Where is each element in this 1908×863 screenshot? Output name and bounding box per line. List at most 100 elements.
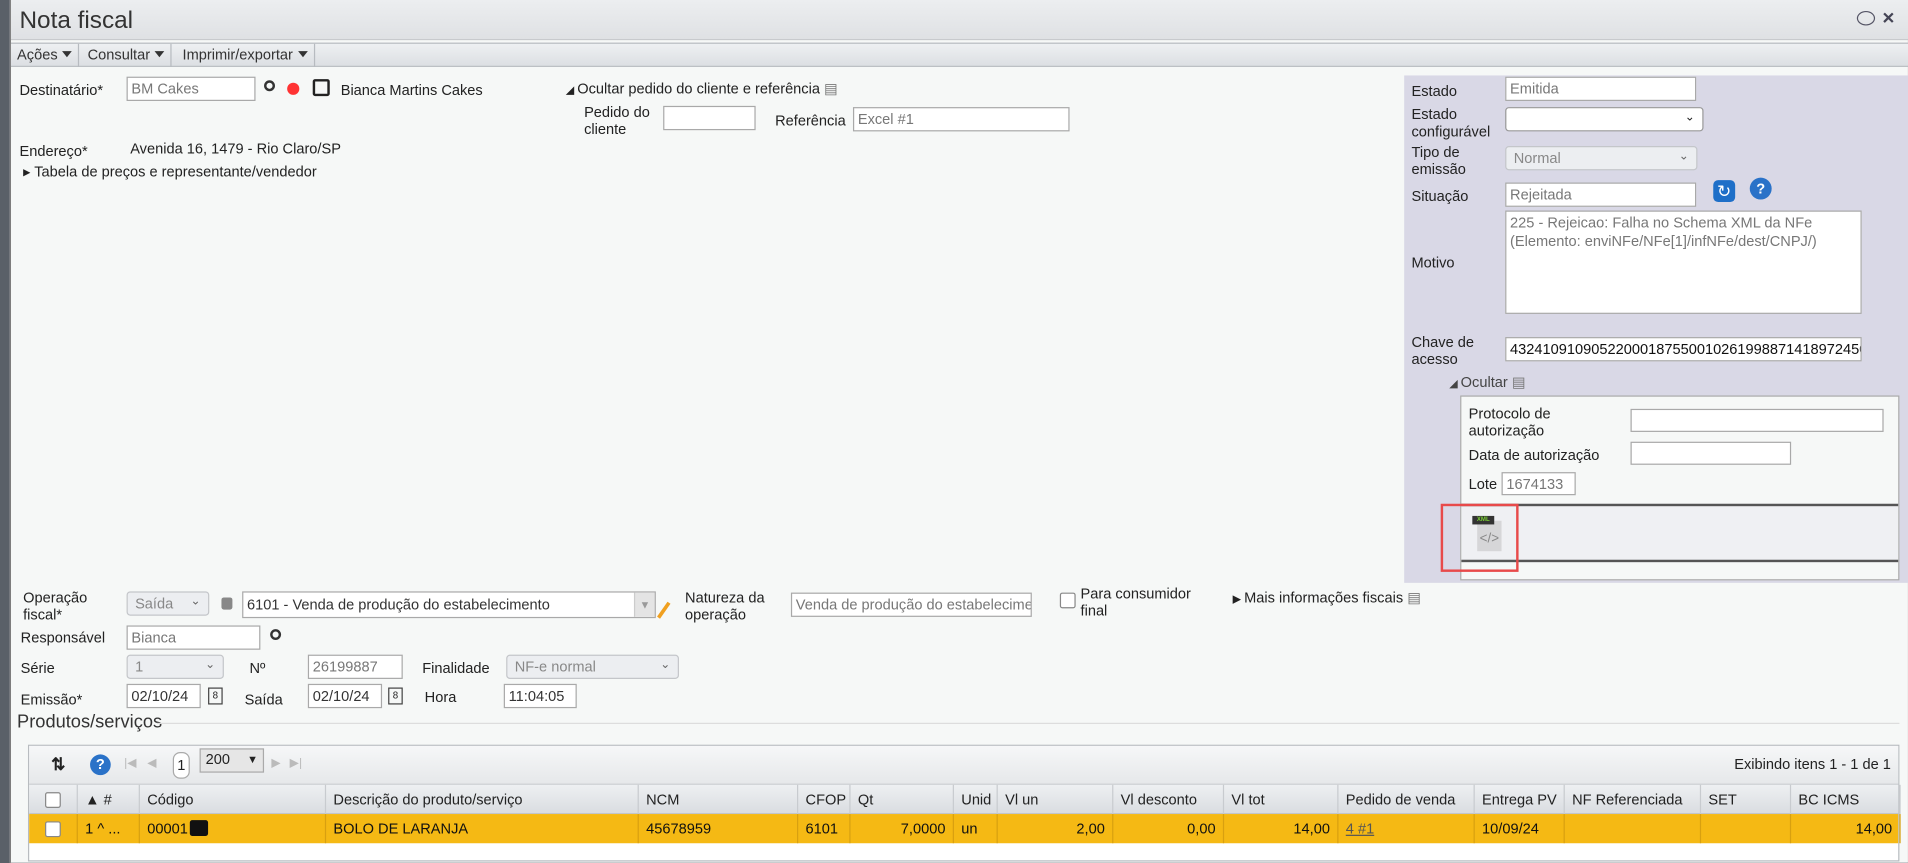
natureza-input[interactable]: Venda de produção do estabelecime — [790, 592, 1032, 617]
column-header[interactable]: Unid — [954, 784, 998, 815]
saida-label: Saída — [244, 691, 283, 709]
numero-label: Nº — [249, 659, 266, 677]
hora-label: Hora — [424, 688, 457, 706]
column-header[interactable]: Vl tot — [1224, 784, 1339, 815]
lote-input[interactable]: 1674133 — [1501, 472, 1576, 496]
refresh-icon[interactable]: ⇅ — [51, 754, 65, 775]
column-header[interactable]: SET — [1701, 784, 1792, 815]
calendar-icon[interactable]: 8 — [208, 687, 223, 705]
section-divider — [156, 722, 1900, 724]
estado-configuravel-select[interactable]: ⌄ — [1505, 107, 1704, 132]
table-cell — [1565, 814, 1702, 844]
caret-down-icon — [297, 51, 308, 58]
table-cell: 7,0000 — [851, 814, 954, 844]
cell-text: 10/09/24 — [1482, 820, 1539, 838]
column-header[interactable]: Entrega PV — [1475, 784, 1565, 815]
first-page-icon[interactable]: |◀ — [124, 757, 137, 770]
page-size-select[interactable]: 200 ▼ — [199, 748, 265, 773]
column-header[interactable]: Vl desconto — [1113, 784, 1225, 815]
grid-toolbar: ⇅ ? |◀ ◀ 1 200 ▼ ▶ ▶| Exibindo itens 1 - … — [29, 745, 1899, 785]
ocultar-pedido-label: Ocultar pedido do cliente e referência — [577, 80, 820, 98]
hora-input[interactable]: 11:04:05 — [503, 683, 577, 709]
next-page-icon[interactable]: ▶ — [271, 757, 280, 770]
search-icon[interactable] — [264, 80, 275, 92]
cell-text: 14,00 — [1855, 820, 1893, 838]
consultar-menu[interactable]: Consultar — [82, 43, 173, 67]
column-header[interactable]: Qt — [851, 784, 954, 815]
table-cell: 14,00 — [1224, 814, 1339, 844]
emissao-input[interactable]: 02/10/24 — [126, 683, 201, 709]
ocultar-pedido-toggle[interactable]: ◢ Ocultar pedido do cliente e referência… — [566, 80, 838, 98]
caret-down-icon: ▼ — [247, 753, 258, 766]
operacao-tipo-select[interactable]: Saída ⌄ — [126, 591, 210, 616]
referencia-input[interactable]: Excel #1 — [852, 107, 1070, 132]
chevron-down-icon: ⌄ — [190, 595, 201, 609]
finalidade-select[interactable]: NF-e normal ⌄ — [506, 654, 679, 679]
data-autorizacao-input[interactable] — [1630, 441, 1792, 465]
column-header[interactable]: CFOP — [798, 784, 851, 815]
numero-input[interactable]: 26199887 — [307, 654, 403, 679]
consumidor-final-label: Para consumidor final — [1080, 585, 1191, 620]
referencia-label: Referência — [775, 111, 846, 129]
serie-select[interactable]: 1 ⌄ — [126, 654, 224, 679]
table-row[interactable]: 1 ^ ... 00001 BOLO DE LARANJA 45678959 6101 7… — [29, 814, 1901, 844]
chevron-down-icon: ⌄ — [1678, 149, 1689, 164]
imprimir-label: Imprimir/exportar — [182, 46, 293, 64]
note-icon: ▤ — [824, 80, 838, 98]
column-header[interactable]: NCM — [639, 784, 799, 815]
cell-text: 45678959 — [646, 820, 712, 838]
close-icon[interactable]: × — [1882, 6, 1894, 30]
column-header[interactable]: Descrição do produto/serviço — [326, 784, 639, 815]
select-all-checkbox[interactable] — [29, 784, 78, 815]
column-header[interactable]: Pedido de venda — [1338, 784, 1475, 815]
checkbox-icon[interactable] — [45, 792, 61, 809]
destinatario-input[interactable]: BM Cakes — [126, 76, 256, 101]
column-header[interactable]: ▲ # — [78, 784, 140, 815]
table-cell: 1 ^ ... — [78, 814, 140, 844]
estado-input[interactable]: Emitida — [1505, 76, 1697, 101]
pedido-venda-link[interactable]: 4 #1 — [1346, 820, 1374, 837]
operacao-fiscal-combo[interactable]: 6101 - Venda de produção do estabelecime… — [242, 591, 656, 619]
consumidor-final-checkbox[interactable] — [1059, 592, 1076, 609]
tabela-precos-toggle[interactable]: ▸ Tabela de preços e representante/vende… — [23, 163, 317, 180]
column-header[interactable]: Vl un — [998, 784, 1114, 815]
imprimir-menu[interactable]: Imprimir/exportar — [176, 43, 315, 67]
acoes-menu[interactable]: Ações — [11, 43, 80, 67]
refresh-icon[interactable]: ↻ — [1713, 180, 1736, 202]
mais-info-toggle[interactable]: ▶ Mais informações fiscais ▤ — [1233, 589, 1421, 607]
external-link-icon[interactable] — [312, 79, 330, 97]
situacao-input[interactable]: Rejeitada — [1505, 182, 1697, 207]
table-cell: 00001 — [140, 814, 327, 844]
cell-text: BOLO DE LARANJA — [333, 820, 469, 838]
page-number[interactable]: 1 — [172, 751, 190, 779]
table-cell[interactable] — [29, 814, 78, 844]
table-cell: 10/09/24 — [1475, 814, 1565, 844]
saida-input[interactable]: 02/10/24 — [307, 683, 383, 709]
table-cell: 2,00 — [998, 814, 1114, 844]
column-header[interactable]: Código — [140, 784, 327, 815]
responsavel-input[interactable]: Bianca — [126, 625, 261, 650]
title-bar: Nota fiscal × — [10, 0, 1908, 41]
search-icon[interactable] — [270, 629, 282, 641]
row-checkbox[interactable] — [45, 821, 61, 838]
pencil-icon[interactable] — [657, 601, 671, 619]
ocultar-toggle[interactable]: ◢ Ocultar ▤ — [1449, 374, 1525, 392]
motivo-textarea[interactable]: 225 - Rejeicao: Falha no Schema XML da N… — [1505, 210, 1862, 314]
last-page-icon[interactable]: ▶| — [290, 757, 303, 770]
help-icon[interactable]: ? — [90, 754, 111, 776]
help-icon[interactable]: ? — [1749, 177, 1772, 200]
column-header[interactable]: NF Referenciada — [1565, 784, 1702, 815]
chave-acesso-input[interactable]: 4324109109052200018755001026199887141897… — [1505, 337, 1862, 362]
tipo-emissao-select[interactable]: Normal ⌄ — [1505, 146, 1698, 171]
camera-icon[interactable] — [190, 820, 209, 836]
chat-icon[interactable] — [1856, 10, 1876, 26]
protocolo-input[interactable] — [1630, 408, 1884, 432]
pedido-cliente-input[interactable] — [663, 105, 756, 131]
endereco-value: Avenida 16, 1479 - Rio Claro/SP — [130, 139, 341, 157]
column-header[interactable]: BC ICMS — [1791, 784, 1901, 815]
prev-page-icon[interactable]: ◀ — [147, 757, 156, 770]
nota-fiscal-window: Nota fiscal × Ações Consultar Imprimir/e… — [9, 0, 1908, 863]
data-autorizacao-label: Data de autorização — [1468, 446, 1600, 464]
calendar-icon[interactable]: 8 — [388, 687, 403, 705]
cell-text: 1 ^ ... — [85, 820, 121, 838]
